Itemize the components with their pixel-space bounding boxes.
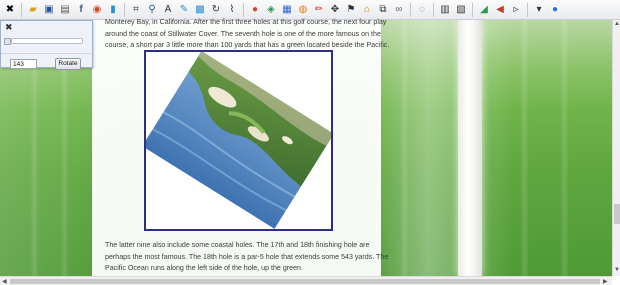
horizontal-scrollbar[interactable]: ◀ ▶ (0, 276, 612, 285)
scroll-right-icon[interactable]: ▶ (603, 278, 608, 285)
scroll-down-icon[interactable]: ▼ (614, 267, 620, 273)
paragraph-1: Monterey Bay, in California. After the f… (105, 17, 389, 52)
horizontal-scroll-thumb[interactable] (10, 279, 600, 284)
rotate-icon[interactable]: ↻ (209, 3, 223, 17)
layers-icon[interactable]: ∞ (392, 3, 406, 17)
arrow-icon[interactable]: ▧ (454, 3, 468, 17)
eraser-icon[interactable]: ▦ (280, 3, 294, 17)
golf-course-photo (146, 52, 331, 229)
angle-input[interactable]: 143 (10, 59, 37, 69)
paragraph-2: The latter nine also include some coasta… (105, 240, 389, 275)
close-icon[interactable]: ✖ (5, 22, 13, 33)
rotate-panel: ✖ 143 Rotate (0, 20, 93, 70)
settings-icon[interactable]: ⌂ (360, 3, 374, 17)
grid-icon[interactable]: ⧉ (376, 3, 390, 17)
close-icon[interactable]: ✖ (3, 3, 17, 17)
text-line: The latter nine also include some coasta… (105, 241, 370, 249)
vertical-scrollbar[interactable]: ▲ ▼ (612, 20, 620, 276)
crop-icon[interactable]: ⌗ (129, 3, 143, 17)
draw-icon[interactable]: ✎ (177, 3, 191, 17)
browser-icon[interactable]: ◉ (90, 3, 104, 17)
rotation-slider[interactable] (11, 38, 83, 44)
brush-icon[interactable]: ⌇ (225, 3, 239, 17)
text-line: perhaps the most famous. The 18th hole i… (105, 252, 389, 261)
text-line: Pacific Ocean runs along the left side o… (105, 264, 303, 273)
chart-icon[interactable]: ◌ (415, 3, 429, 17)
image-icon[interactable]: ▩ (193, 3, 207, 17)
speaker-icon[interactable]: ▥ (438, 3, 452, 17)
chain-icon[interactable]: ⚑ (344, 3, 358, 17)
text-icon[interactable]: A (161, 3, 175, 17)
help-icon[interactable]: ● (548, 3, 562, 17)
dropdown-icon[interactable]: ▾ (532, 3, 546, 17)
scroll-left-icon[interactable]: ◀ (2, 278, 7, 285)
color-icon[interactable]: ● (248, 3, 262, 17)
graph-icon[interactable]: ◢ (477, 3, 491, 17)
folder-icon[interactable]: ▰ (26, 3, 40, 17)
print-icon[interactable]: ▤ (58, 3, 72, 17)
facebook-icon[interactable]: f (74, 3, 88, 17)
save-icon[interactable]: ▣ (42, 3, 56, 17)
fill-icon[interactable]: ◍ (296, 3, 310, 17)
document-page: Monterey Bay, in California. After the f… (92, 17, 389, 276)
pencil-icon[interactable]: ✏ (312, 3, 326, 17)
flag-pole (458, 20, 482, 276)
rotated-photo-frame[interactable] (144, 50, 333, 231)
panel-divider (1, 53, 93, 54)
zoom-icon[interactable]: ⚲ (145, 3, 159, 17)
volume-icon[interactable]: ◀ (493, 3, 507, 17)
file-icon[interactable]: ▮ (106, 3, 120, 17)
scroll-up-icon[interactable]: ▲ (614, 21, 620, 27)
move-icon[interactable]: ✥ (328, 3, 342, 17)
slider-thumb[interactable] (4, 38, 11, 45)
text-line: around the coast of Stillwater Cover. Th… (105, 29, 381, 38)
text-line: Monterey Bay, in California. After the f… (105, 18, 387, 26)
media-icon[interactable]: ▹ (509, 3, 523, 17)
vertical-scroll-thumb[interactable] (614, 204, 620, 224)
select-icon[interactable]: ◈ (264, 3, 278, 17)
rotate-button[interactable]: Rotate (55, 58, 81, 70)
